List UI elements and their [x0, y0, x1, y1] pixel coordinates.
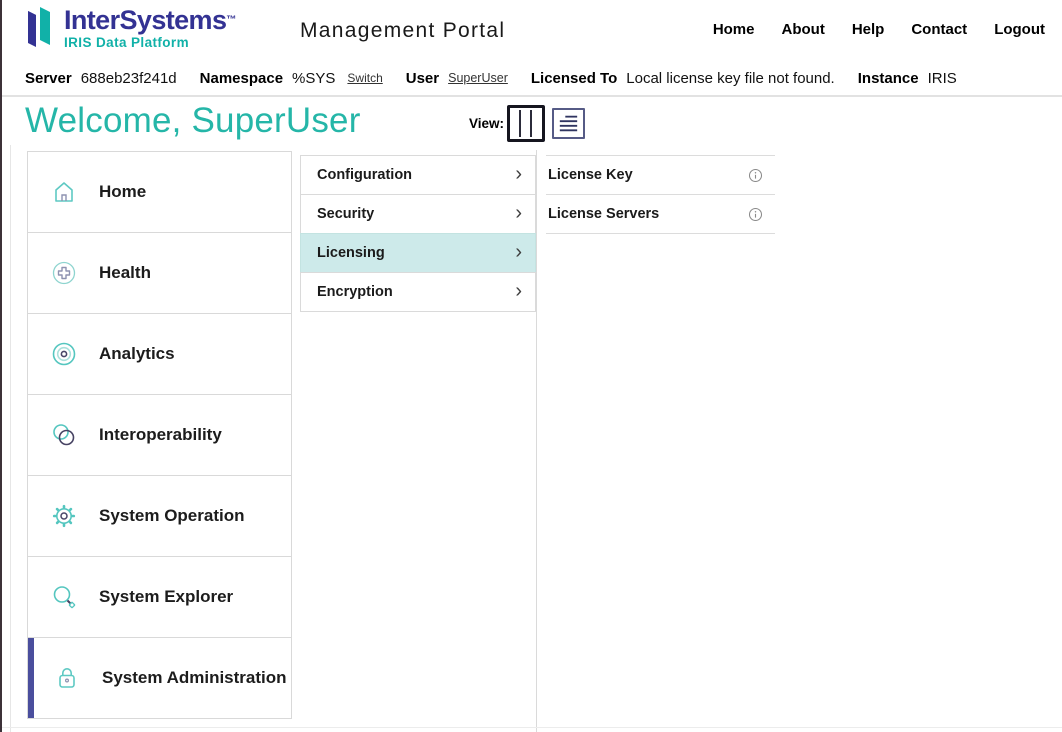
system-operation-icon — [49, 501, 79, 531]
interoperability-icon — [49, 420, 79, 450]
health-icon — [49, 258, 79, 288]
submenu-item-security[interactable]: Security › — [300, 194, 536, 234]
sidebar-item-label: System Administration — [102, 668, 287, 688]
submenu-item-label: Security — [317, 206, 374, 222]
server-label: Server — [25, 70, 72, 87]
licensing-submenu: License Key License Servers — [546, 155, 775, 234]
server-info-bar: Server 688eb23f241d Namespace %SYS Switc… — [25, 62, 980, 94]
sidebar-item-system-operation[interactable]: System Operation — [27, 475, 292, 557]
column-divider — [536, 150, 537, 732]
user-label: User — [406, 70, 439, 87]
logo-text: InterSystems™ IRIS Data Platform — [64, 7, 236, 50]
brand-trademark: ™ — [226, 15, 236, 26]
sidebar-item-label: System Operation — [99, 506, 245, 526]
licensed-to-value: Local license key file not found. — [626, 70, 834, 87]
main-menu: Home Health Analytics Interoperability — [27, 151, 292, 719]
sidebar-item-label: Analytics — [99, 344, 175, 364]
welcome-heading: Welcome, SuperUser — [25, 101, 361, 141]
view-label: View: — [469, 116, 504, 131]
info-icon[interactable] — [748, 207, 763, 222]
submenu-item-license-key[interactable]: License Key — [546, 156, 775, 195]
chevron-right-icon: › — [515, 281, 522, 301]
page-bottom-border — [0, 727, 1062, 728]
admin-submenu: Configuration › Security › Licensing › E… — [300, 155, 536, 312]
nav-about-link[interactable]: About — [782, 21, 825, 38]
instance-value: IRIS — [928, 70, 957, 87]
nav-logout-link[interactable]: Logout — [994, 21, 1045, 38]
sidebar-item-home[interactable]: Home — [27, 151, 292, 233]
system-administration-icon — [52, 663, 82, 693]
user-profile-link[interactable]: SuperUser — [448, 71, 508, 85]
list-view-button[interactable] — [552, 108, 585, 139]
submenu-item-label: Licensing — [317, 245, 385, 261]
sidebar-item-label: Health — [99, 263, 151, 283]
submenu-item-label: Encryption — [317, 284, 393, 300]
page-title: Management Portal — [300, 19, 505, 43]
home-icon — [49, 177, 79, 207]
submenu-item-license-servers[interactable]: License Servers — [546, 195, 775, 234]
list-view-icon — [558, 113, 579, 134]
analytics-icon — [49, 339, 79, 369]
nav-home-link[interactable]: Home — [713, 21, 755, 38]
brand-subtitle: IRIS Data Platform — [64, 35, 236, 50]
columns-view-button[interactable] — [507, 105, 545, 142]
sidebar-item-system-explorer[interactable]: System Explorer — [27, 556, 292, 638]
header-divider — [0, 95, 1062, 97]
licensed-to-group: Licensed To Local license key file not f… — [531, 70, 835, 87]
sidebar-item-label: Interoperability — [99, 425, 222, 445]
namespace-group: Namespace %SYS Switch — [200, 70, 383, 87]
info-icon[interactable] — [748, 168, 763, 183]
user-group: User SuperUser — [406, 70, 508, 87]
submenu-item-encryption[interactable]: Encryption › — [300, 272, 536, 312]
chevron-right-icon: › — [515, 203, 522, 223]
sidebar-item-analytics[interactable]: Analytics — [27, 313, 292, 395]
window-left-edge — [0, 0, 2, 732]
submenu-item-label: Configuration — [317, 167, 412, 183]
submenu-item-licensing[interactable]: Licensing › — [300, 233, 536, 273]
licensed-to-label: Licensed To — [531, 70, 617, 87]
chevron-right-icon: › — [515, 164, 522, 184]
top-nav: Home About Help Contact Logout — [713, 21, 1045, 38]
content-left-border — [10, 145, 11, 732]
sidebar-item-health[interactable]: Health — [27, 232, 292, 314]
brand-name: InterSystems — [64, 5, 226, 35]
submenu-item-configuration[interactable]: Configuration › — [300, 155, 536, 195]
intersystems-logo: InterSystems™ IRIS Data Platform — [24, 7, 236, 51]
sidebar-item-interoperability[interactable]: Interoperability — [27, 394, 292, 476]
server-group: Server 688eb23f241d — [25, 70, 177, 87]
namespace-label: Namespace — [200, 70, 283, 87]
sidebar-item-label: Home — [99, 182, 146, 202]
namespace-value: %SYS — [292, 70, 335, 87]
intersystems-logo-icon — [24, 7, 56, 51]
system-explorer-icon — [49, 582, 79, 612]
instance-label: Instance — [858, 70, 919, 87]
chevron-right-icon: › — [515, 242, 522, 262]
nav-contact-link[interactable]: Contact — [911, 21, 967, 38]
server-value: 688eb23f241d — [81, 70, 177, 87]
submenu-item-label: License Key — [548, 167, 633, 183]
submenu-item-label: License Servers — [548, 206, 659, 222]
namespace-switch-link[interactable]: Switch — [347, 71, 382, 85]
sidebar-item-system-administration[interactable]: System Administration — [27, 637, 292, 719]
instance-group: Instance IRIS — [858, 70, 957, 87]
sidebar-item-label: System Explorer — [99, 587, 233, 607]
header: InterSystems™ IRIS Data Platform Managem… — [0, 0, 1062, 60]
nav-help-link[interactable]: Help — [852, 21, 885, 38]
